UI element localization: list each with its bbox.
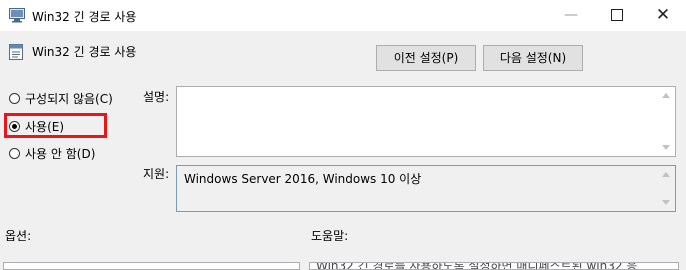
- close-icon: ✕: [655, 5, 671, 25]
- help-label: 도움말:: [311, 229, 349, 243]
- supported-on-value: Windows Server 2016, Windows 10 이상: [184, 172, 422, 186]
- supported-on-textbox[interactable]: Windows Server 2016, Windows 10 이상: [176, 165, 676, 212]
- scroll-down-icon[interactable]: [662, 200, 670, 205]
- maximize-icon: [611, 9, 623, 21]
- radio-circle[interactable]: [9, 148, 20, 159]
- options-pane[interactable]: [3, 262, 300, 270]
- close-button[interactable]: ✕: [640, 0, 686, 31]
- radio-label: 사용 안 함(D): [25, 147, 96, 161]
- help-pane[interactable]: Win32 긴 경로를 사용하도록 설정하면 매니페스트된 win32 응: [309, 262, 679, 270]
- next-setting-button[interactable]: 다음 설정(N): [483, 45, 583, 71]
- supported-on-label: 지원:: [143, 167, 170, 181]
- title-bar: Win32 긴 경로 사용 — ✕: [0, 0, 686, 31]
- description-scrollbar[interactable]: [658, 87, 675, 156]
- group-policy-app-icon: [9, 8, 25, 23]
- policy-setting-icon: [9, 44, 23, 60]
- scroll-up-icon[interactable]: [662, 172, 670, 177]
- radio-label: 구성되지 않음(C): [25, 92, 113, 106]
- previous-setting-button[interactable]: 이전 설정(P): [376, 45, 476, 71]
- help-text: Win32 긴 경로를 사용하도록 설정하면 매니페스트된 win32 응: [316, 262, 638, 270]
- description-textarea[interactable]: [176, 86, 676, 157]
- scroll-down-icon[interactable]: [662, 145, 670, 150]
- window-title: Win32 긴 경로 사용: [32, 10, 137, 24]
- maximize-button[interactable]: [594, 0, 640, 31]
- supported-on-scrollbar[interactable]: [658, 166, 675, 211]
- options-label: 옵션:: [5, 229, 32, 243]
- policy-title: Win32 긴 경로 사용: [32, 45, 137, 59]
- minimize-icon: —: [564, 7, 578, 23]
- scroll-up-icon[interactable]: [662, 93, 670, 98]
- radio-circle[interactable]: [9, 93, 20, 104]
- minimize-button[interactable]: —: [548, 0, 594, 31]
- annotation-highlight-box: [4, 113, 107, 138]
- description-label: 설명:: [143, 90, 170, 104]
